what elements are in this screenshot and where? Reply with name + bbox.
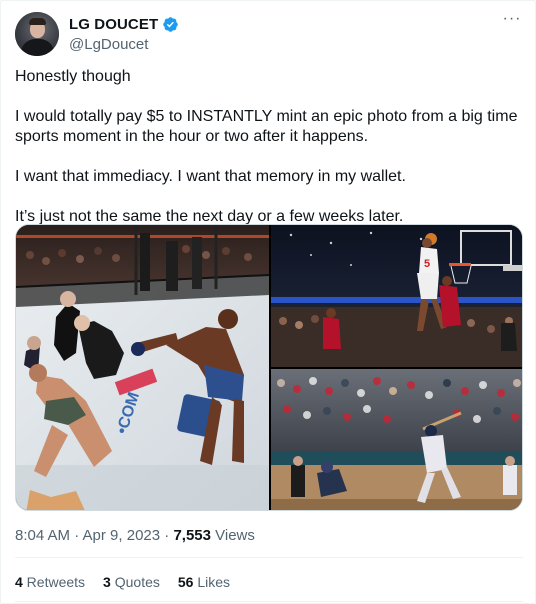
ufc-fight-photo[interactable]: •COM bbox=[16, 225, 269, 510]
divider bbox=[15, 601, 523, 602]
retweets-count: 4 bbox=[15, 574, 23, 590]
display-name[interactable]: LG DOUCET bbox=[69, 16, 158, 33]
baseball-swing-photo[interactable] bbox=[271, 369, 522, 510]
retweets-stat[interactable]: 4 Retweets bbox=[15, 574, 85, 590]
divider bbox=[15, 557, 523, 558]
tweet-meta: 8:04 AM · Apr 9, 2023 · 7,553 Views bbox=[15, 527, 255, 544]
quotes-label: Quotes bbox=[110, 574, 160, 590]
timestamp[interactable]: 8:04 AM · Apr 9, 2023 · bbox=[15, 527, 173, 544]
verified-badge-icon bbox=[163, 17, 178, 32]
views-label: Views bbox=[210, 527, 255, 544]
likes-count: 56 bbox=[177, 574, 194, 590]
likes-label: Likes bbox=[193, 574, 231, 590]
more-options-icon[interactable]: ··· bbox=[501, 11, 523, 31]
svg-text:5: 5 bbox=[424, 258, 430, 270]
tweet-header: LG DOUCET @LgDoucet ··· bbox=[15, 11, 525, 57]
tweet-text: Honestly though I would totally pay $5 t… bbox=[15, 67, 523, 247]
media-grid: •COM 5 bbox=[15, 224, 523, 511]
tweet-card: LG DOUCET @LgDoucet ··· Honestly though … bbox=[0, 0, 536, 604]
quotes-stat[interactable]: 3 Quotes bbox=[103, 574, 160, 590]
handle[interactable]: @LgDoucet bbox=[69, 36, 179, 53]
quotes-count: 3 bbox=[103, 574, 111, 590]
basketball-dunk-photo[interactable]: 5 bbox=[271, 225, 522, 367]
likes-stat[interactable]: 56 Likes bbox=[178, 574, 230, 590]
author-names: LG DOUCET @LgDoucet bbox=[69, 15, 179, 53]
views-count: 7,553 bbox=[173, 527, 211, 544]
avatar[interactable] bbox=[15, 12, 59, 56]
tweet-paragraph: I would totally pay $5 to INSTANTLY mint… bbox=[15, 108, 518, 145]
tweet-stats: 4 Retweets 3 Quotes 56 Likes bbox=[15, 574, 230, 590]
tweet-paragraph: I want that immediacy. I want that memor… bbox=[15, 168, 406, 185]
retweets-label: Retweets bbox=[22, 574, 86, 590]
tweet-paragraph: Honestly though bbox=[15, 68, 131, 85]
